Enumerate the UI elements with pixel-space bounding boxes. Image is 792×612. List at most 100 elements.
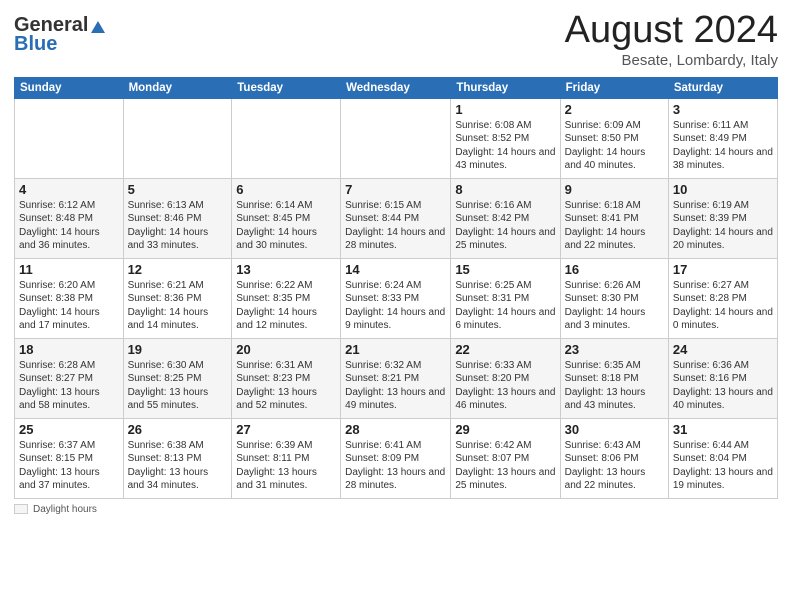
- calendar-cell: [123, 98, 232, 178]
- calendar-week-row: 11Sunrise: 6:20 AM Sunset: 8:38 PM Dayli…: [15, 258, 778, 338]
- day-number: 3: [673, 102, 773, 117]
- calendar-cell: 1Sunrise: 6:08 AM Sunset: 8:52 PM Daylig…: [451, 98, 560, 178]
- day-number: 4: [19, 182, 119, 197]
- day-number: 15: [455, 262, 555, 277]
- day-number: 25: [19, 422, 119, 437]
- calendar-cell: 26 Sunrise: 6:38 AM Sunset: 8:13 PM Dayli…: [123, 418, 232, 498]
- calendar-cell: 22Sunrise: 6:33 AM Sunset: 8:20 PM Dayli…: [451, 338, 560, 418]
- day-number: 12: [128, 262, 228, 277]
- calendar-cell: 29Sunrise: 6:42 AM Sunset: 8:07 PM Dayli…: [451, 418, 560, 498]
- logo-blue: Blue: [14, 33, 57, 56]
- day-info: Sunrise: 6:11 AM Sunset: 8:49 PM Dayligh…: [673, 119, 773, 173]
- calendar-cell: 8Sunrise: 6:16 AM Sunset: 8:42 PM Daylig…: [451, 178, 560, 258]
- day-number: 26: [128, 422, 228, 437]
- day-info: Sunrise: 6:37 AM Sunset: 8:15 PM Dayligh…: [19, 439, 119, 493]
- weekday-header-tuesday: Tuesday: [232, 77, 341, 98]
- day-number: 18: [19, 342, 119, 357]
- day-number: 2: [565, 102, 664, 117]
- day-info: Sunrise: 6:39 AM Sunset: 8:11 PM Dayligh…: [236, 439, 336, 493]
- day-number: 13: [236, 262, 336, 277]
- weekday-header-thursday: Thursday: [451, 77, 560, 98]
- day-number: 6: [236, 182, 336, 197]
- footer-color-swatch: [14, 504, 28, 514]
- day-info: Sunrise: 6:32 AM Sunset: 8:21 PM Dayligh…: [345, 359, 446, 413]
- weekday-header-sunday: Sunday: [15, 77, 124, 98]
- calendar-cell: 19 Sunrise: 6:30 AM Sunset: 8:25 PM Dayli…: [123, 338, 232, 418]
- calendar-cell: 18 Sunrise: 6:28 AM Sunset: 8:27 PM Dayli…: [15, 338, 124, 418]
- day-info: Sunrise: 6:38 AM Sunset: 8:13 PM Dayligh…: [128, 439, 228, 493]
- day-number: 8: [455, 182, 555, 197]
- calendar-location: Besate, Lombardy, Italy: [565, 52, 778, 69]
- calendar-cell: 17 Sunrise: 6:27 AM Sunset: 8:28 PM Dayli…: [668, 258, 777, 338]
- day-number: 24: [673, 342, 773, 357]
- weekday-header-friday: Friday: [560, 77, 668, 98]
- day-number: 28: [345, 422, 446, 437]
- day-number: 27: [236, 422, 336, 437]
- day-number: 10: [673, 182, 773, 197]
- calendar-cell: 7 Sunrise: 6:15 AM Sunset: 8:44 PM Daylig…: [341, 178, 451, 258]
- day-info: Sunrise: 6:43 AM Sunset: 8:06 PM Dayligh…: [565, 439, 664, 493]
- day-info: Sunrise: 6:09 AM Sunset: 8:50 PM Dayligh…: [565, 119, 664, 173]
- day-number: 11: [19, 262, 119, 277]
- day-info: Sunrise: 6:31 AM Sunset: 8:23 PM Dayligh…: [236, 359, 336, 413]
- day-number: 19: [128, 342, 228, 357]
- calendar-cell: 23 Sunrise: 6:35 AM Sunset: 8:18 PM Dayli…: [560, 338, 668, 418]
- calendar-cell: 31Sunrise: 6:44 AM Sunset: 8:04 PM Dayli…: [668, 418, 777, 498]
- day-info: Sunrise: 6:15 AM Sunset: 8:44 PM Dayligh…: [345, 199, 446, 253]
- calendar-header-row: SundayMondayTuesdayWednesdayThursdayFrid…: [15, 77, 778, 98]
- day-info: Sunrise: 6:27 AM Sunset: 8:28 PM Dayligh…: [673, 279, 773, 333]
- day-info: Sunrise: 6:18 AM Sunset: 8:41 PM Dayligh…: [565, 199, 664, 253]
- day-info: Sunrise: 6:21 AM Sunset: 8:36 PM Dayligh…: [128, 279, 228, 333]
- footer-label: Daylight hours: [33, 504, 97, 515]
- calendar-week-row: 1Sunrise: 6:08 AM Sunset: 8:52 PM Daylig…: [15, 98, 778, 178]
- day-number: 23: [565, 342, 664, 357]
- calendar-cell: 28 Sunrise: 6:41 AM Sunset: 8:09 PM Dayli…: [341, 418, 451, 498]
- calendar-cell: 9 Sunrise: 6:18 AM Sunset: 8:41 PM Daylig…: [560, 178, 668, 258]
- day-number: 16: [565, 262, 664, 277]
- page: General Blue August 2024 Besate, Lombard…: [0, 0, 792, 523]
- calendar-week-row: 18 Sunrise: 6:28 AM Sunset: 8:27 PM Dayli…: [15, 338, 778, 418]
- day-number: 31: [673, 422, 773, 437]
- calendar-cell: [15, 98, 124, 178]
- calendar-cell: 4 Sunrise: 6:12 AM Sunset: 8:48 PM Daylig…: [15, 178, 124, 258]
- calendar-cell: 12 Sunrise: 6:21 AM Sunset: 8:36 PM Dayli…: [123, 258, 232, 338]
- footer-note: Daylight hours: [14, 504, 778, 515]
- calendar-cell: [232, 98, 341, 178]
- day-info: Sunrise: 6:26 AM Sunset: 8:30 PM Dayligh…: [565, 279, 664, 333]
- day-number: 1: [455, 102, 555, 117]
- calendar-cell: 27 Sunrise: 6:39 AM Sunset: 8:11 PM Dayli…: [232, 418, 341, 498]
- calendar-cell: 21Sunrise: 6:32 AM Sunset: 8:21 PM Dayli…: [341, 338, 451, 418]
- calendar-title: August 2024: [565, 10, 778, 52]
- weekday-header-wednesday: Wednesday: [341, 77, 451, 98]
- day-info: Sunrise: 6:13 AM Sunset: 8:46 PM Dayligh…: [128, 199, 228, 253]
- day-info: Sunrise: 6:12 AM Sunset: 8:48 PM Dayligh…: [19, 199, 119, 253]
- day-info: Sunrise: 6:41 AM Sunset: 8:09 PM Dayligh…: [345, 439, 446, 493]
- weekday-header-saturday: Saturday: [668, 77, 777, 98]
- calendar-cell: 30Sunrise: 6:43 AM Sunset: 8:06 PM Dayli…: [560, 418, 668, 498]
- calendar-cell: 6Sunrise: 6:14 AM Sunset: 8:45 PM Daylig…: [232, 178, 341, 258]
- day-info: Sunrise: 6:25 AM Sunset: 8:31 PM Dayligh…: [455, 279, 555, 333]
- day-number: 7: [345, 182, 446, 197]
- day-number: 20: [236, 342, 336, 357]
- logo-triangle-icon: [89, 17, 107, 35]
- day-info: Sunrise: 6:33 AM Sunset: 8:20 PM Dayligh…: [455, 359, 555, 413]
- day-number: 17: [673, 262, 773, 277]
- day-number: 9: [565, 182, 664, 197]
- calendar-cell: 14 Sunrise: 6:24 AM Sunset: 8:33 PM Dayli…: [341, 258, 451, 338]
- title-block: August 2024 Besate, Lombardy, Italy: [565, 10, 778, 69]
- day-info: Sunrise: 6:35 AM Sunset: 8:18 PM Dayligh…: [565, 359, 664, 413]
- day-info: Sunrise: 6:28 AM Sunset: 8:27 PM Dayligh…: [19, 359, 119, 413]
- calendar-cell: 15 Sunrise: 6:25 AM Sunset: 8:31 PM Dayli…: [451, 258, 560, 338]
- day-number: 14: [345, 262, 446, 277]
- calendar-cell: 20 Sunrise: 6:31 AM Sunset: 8:23 PM Dayli…: [232, 338, 341, 418]
- day-info: Sunrise: 6:36 AM Sunset: 8:16 PM Dayligh…: [673, 359, 773, 413]
- day-info: Sunrise: 6:19 AM Sunset: 8:39 PM Dayligh…: [673, 199, 773, 253]
- calendar-table: SundayMondayTuesdayWednesdayThursdayFrid…: [14, 77, 778, 499]
- day-info: Sunrise: 6:42 AM Sunset: 8:07 PM Dayligh…: [455, 439, 555, 493]
- calendar-cell: 5Sunrise: 6:13 AM Sunset: 8:46 PM Daylig…: [123, 178, 232, 258]
- calendar-cell: 10 Sunrise: 6:19 AM Sunset: 8:39 PM Dayli…: [668, 178, 777, 258]
- day-info: Sunrise: 6:30 AM Sunset: 8:25 PM Dayligh…: [128, 359, 228, 413]
- weekday-header-monday: Monday: [123, 77, 232, 98]
- header: General Blue August 2024 Besate, Lombard…: [14, 10, 778, 69]
- day-info: Sunrise: 6:24 AM Sunset: 8:33 PM Dayligh…: [345, 279, 446, 333]
